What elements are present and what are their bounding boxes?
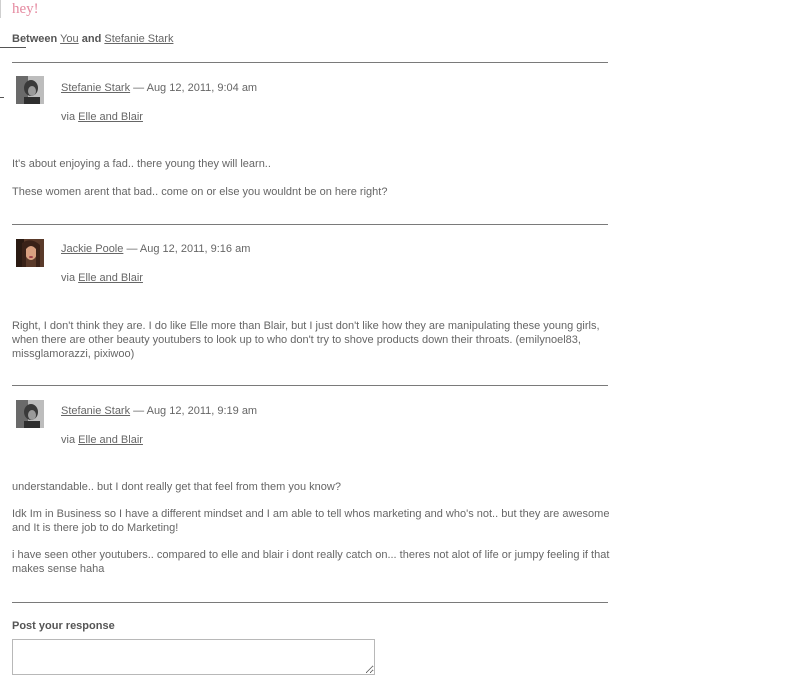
avatar[interactable] <box>16 239 44 267</box>
message-paragraph: It's about enjoying a fad.. there young … <box>12 158 271 170</box>
author-link[interactable]: Jackie Poole <box>61 243 123 255</box>
left-edge-tick <box>0 47 26 48</box>
message-meta: Stefanie Stark — Aug 12, 2011, 9:04 am <box>61 82 257 94</box>
message-paragraph: Right, I don't think they are. I do like… <box>12 320 600 360</box>
thread-title: hey! <box>12 1 39 17</box>
divider <box>12 602 608 603</box>
message-date: — Aug 12, 2011, 9:04 am <box>133 82 258 94</box>
participant-you-link[interactable]: You <box>60 33 79 45</box>
message-paragraph: understandable.. but I dont really get t… <box>12 481 341 493</box>
message-via: via Elle and Blair <box>61 434 143 446</box>
participant-other-link[interactable]: Stefanie Stark <box>104 33 173 45</box>
message-meta: Stefanie Stark — Aug 12, 2011, 9:19 am <box>61 405 257 417</box>
message-date: — Aug 12, 2011, 9:16 am <box>126 243 251 255</box>
message-paragraph: These women arent that bad.. come on or … <box>12 186 388 198</box>
message-via: via Elle and Blair <box>61 272 143 284</box>
via-link[interactable]: Elle and Blair <box>78 434 143 446</box>
post-response-label: Post your response <box>12 620 115 632</box>
via-label: via <box>61 434 76 446</box>
divider <box>12 62 608 63</box>
divider <box>12 385 608 386</box>
message-paragraph: i have seen other youtubers.. compared t… <box>12 549 610 575</box>
divider <box>12 224 608 225</box>
avatar[interactable] <box>16 400 44 428</box>
message-meta: Jackie Poole — Aug 12, 2011, 9:16 am <box>61 243 250 255</box>
left-edge-border <box>0 0 1 18</box>
left-edge-tick <box>0 97 4 98</box>
via-link[interactable]: Elle and Blair <box>78 111 143 123</box>
via-label: via <box>61 111 76 123</box>
avatar[interactable] <box>16 76 44 104</box>
response-textarea[interactable] <box>12 639 375 675</box>
between-label: Between <box>12 33 58 45</box>
message-date: — Aug 12, 2011, 9:19 am <box>133 405 258 417</box>
message-via: via Elle and Blair <box>61 111 143 123</box>
and-label: and <box>81 33 102 45</box>
author-link[interactable]: Stefanie Stark <box>61 82 130 94</box>
thread-participants: Between You and Stefanie Stark <box>12 33 173 45</box>
via-link[interactable]: Elle and Blair <box>78 272 143 284</box>
via-label: via <box>61 272 76 284</box>
author-link[interactable]: Stefanie Stark <box>61 405 130 417</box>
message-paragraph: Idk Im in Business so I have a different… <box>12 508 610 534</box>
